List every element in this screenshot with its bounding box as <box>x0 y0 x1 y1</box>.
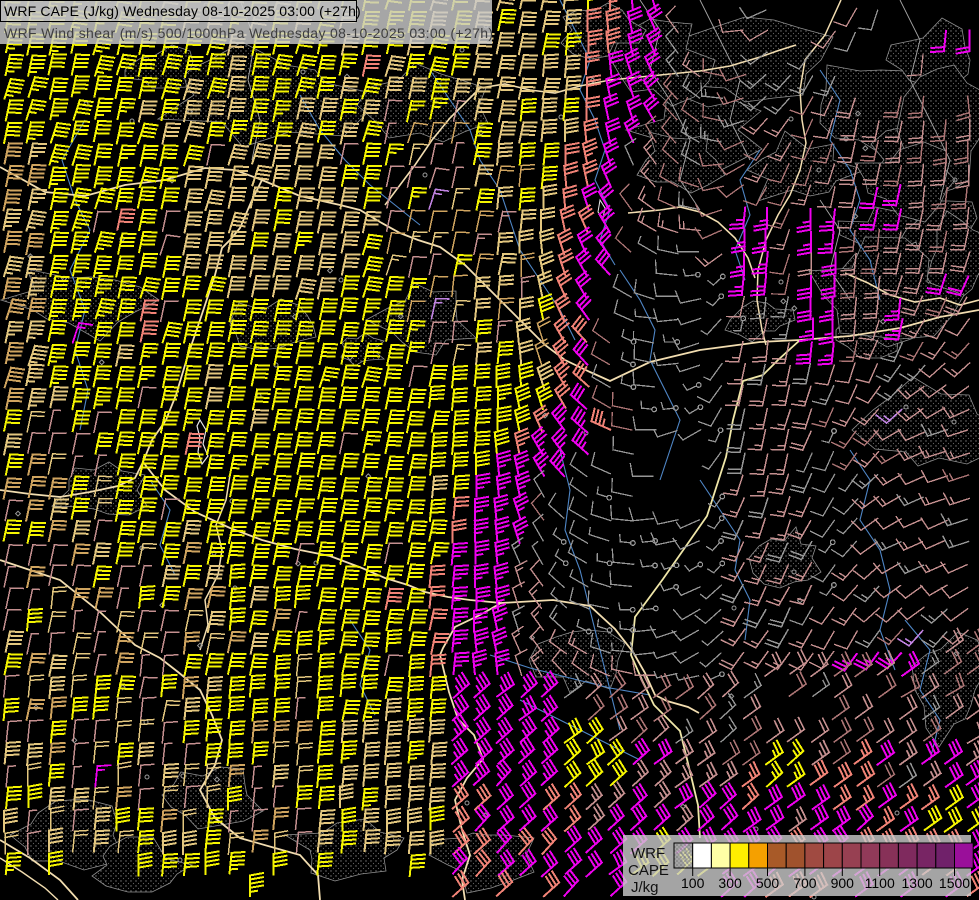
svg-text:300: 300 <box>718 875 742 891</box>
svg-text:WRF: WRF <box>631 845 665 862</box>
svg-text:700: 700 <box>793 875 817 891</box>
svg-text:CAPE: CAPE <box>628 862 669 879</box>
svg-text:J/kg: J/kg <box>631 879 659 896</box>
svg-text:900: 900 <box>831 875 855 891</box>
svg-text:1100: 1100 <box>865 875 895 891</box>
svg-text:1300: 1300 <box>902 875 933 891</box>
svg-text:1500: 1500 <box>939 875 970 891</box>
svg-text:WRF Wind shear (m/s) 500/1000h: WRF Wind shear (m/s) 500/1000hPa Wednesd… <box>4 25 493 41</box>
svg-text:100: 100 <box>681 875 705 891</box>
svg-text:WRF CAPE (J/kg) Wednesday 08-1: WRF CAPE (J/kg) Wednesday 08-10-2025 03:… <box>4 3 361 19</box>
svg-text:500: 500 <box>756 875 780 891</box>
